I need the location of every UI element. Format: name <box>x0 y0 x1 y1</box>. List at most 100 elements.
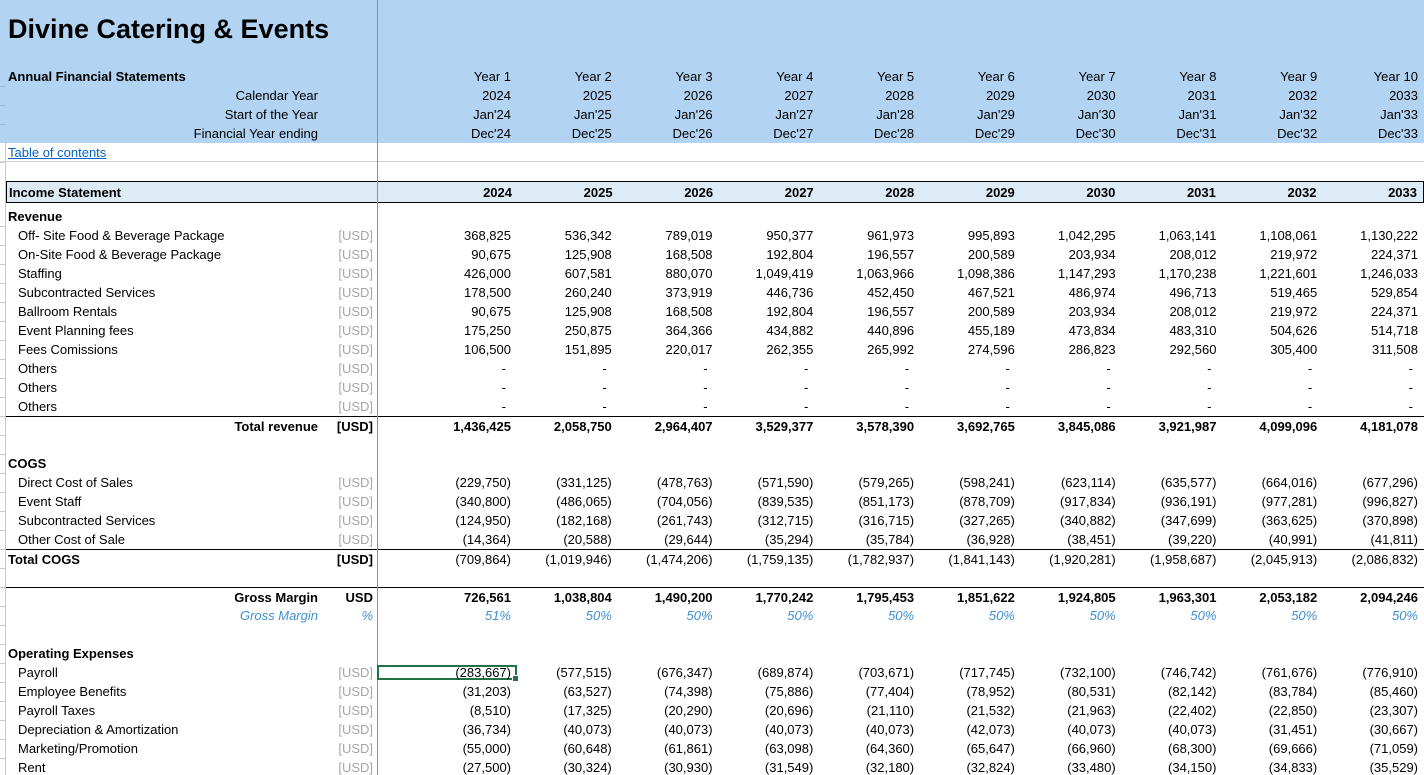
value-event-staff-y4[interactable]: (839,535) <box>719 494 820 509</box>
value-marketing-promotion-y7[interactable]: (66,960) <box>1021 741 1122 756</box>
value-depreciation-amortization-y4[interactable]: (40,073) <box>719 722 820 737</box>
value-total-revenue-y3[interactable]: 2,964,407 <box>618 419 719 434</box>
value-depreciation-amortization-y5[interactable]: (40,073) <box>819 722 920 737</box>
value-employee-benefits-y2[interactable]: (63,527) <box>517 684 618 699</box>
value-fees-comissions-y3[interactable]: 220,017 <box>618 342 719 357</box>
value-total-cogs-y10[interactable]: (2,086,832) <box>1323 552 1424 567</box>
value-subcontracted-services-y7[interactable]: 486,974 <box>1021 285 1122 300</box>
value-rent-y1[interactable]: (27,500) <box>377 760 517 775</box>
value-payroll-y9[interactable]: (761,676) <box>1222 665 1323 680</box>
label-others[interactable]: Others <box>0 380 330 395</box>
label-off-site-food-beverage-package[interactable]: Off- Site Food & Beverage Package <box>0 228 330 243</box>
value-others-y7[interactable]: - <box>1021 361 1122 376</box>
value-fees-comissions-y5[interactable]: 265,992 <box>819 342 920 357</box>
value-gross-margin-y6[interactable]: 50% <box>920 608 1021 623</box>
label-subcontracted-services[interactable]: Subcontracted Services <box>0 513 330 528</box>
value-on-site-food-beverage-package-y10[interactable]: 224,371 <box>1323 247 1424 262</box>
value-others-y5[interactable]: - <box>819 399 920 414</box>
label-employee-benefits[interactable]: Employee Benefits <box>0 684 330 699</box>
income-statement-year-cell[interactable]: 2029 <box>920 185 1021 200</box>
value-others-y8[interactable]: - <box>1122 380 1223 395</box>
value-subcontracted-services-y5[interactable]: 452,450 <box>819 285 920 300</box>
value-others-y10[interactable]: - <box>1323 399 1424 414</box>
value-event-planning-fees-y2[interactable]: 250,875 <box>517 323 618 338</box>
value-event-planning-fees-y9[interactable]: 504,626 <box>1222 323 1323 338</box>
value-direct-cost-of-sales-y6[interactable]: (598,241) <box>920 475 1021 490</box>
value-staffing-y1[interactable]: 426,000 <box>377 266 517 281</box>
value-direct-cost-of-sales-y3[interactable]: (478,763) <box>618 475 719 490</box>
value-event-planning-fees-y8[interactable]: 483,310 <box>1122 323 1223 338</box>
value-gross-margin-y1[interactable]: 51% <box>377 608 517 623</box>
year-start-cell[interactable]: Jan'26 <box>618 107 719 122</box>
value-depreciation-amortization-y8[interactable]: (40,073) <box>1122 722 1223 737</box>
value-rent-y6[interactable]: (32,824) <box>920 760 1021 775</box>
calendar-year-cell[interactable]: 2029 <box>920 88 1021 103</box>
value-total-cogs-y5[interactable]: (1,782,937) <box>819 552 920 567</box>
value-ballroom-rentals-y4[interactable]: 192,804 <box>719 304 820 319</box>
value-employee-benefits-y9[interactable]: (83,784) <box>1222 684 1323 699</box>
value-subcontracted-services-y9[interactable]: 519,465 <box>1222 285 1323 300</box>
income-statement-year-cell[interactable]: 2033 <box>1322 185 1423 200</box>
value-gross-margin-y3[interactable]: 1,490,200 <box>618 590 719 605</box>
value-rent-y5[interactable]: (32,180) <box>819 760 920 775</box>
value-off-site-food-beverage-package-y4[interactable]: 950,377 <box>719 228 820 243</box>
value-others-y5[interactable]: - <box>819 380 920 395</box>
year-number-cell[interactable]: Year 1 <box>377 69 517 84</box>
value-rent-y3[interactable]: (30,930) <box>618 760 719 775</box>
value-ballroom-rentals-y9[interactable]: 219,972 <box>1222 304 1323 319</box>
value-staffing-y6[interactable]: 1,098,386 <box>920 266 1021 281</box>
value-fees-comissions-y1[interactable]: 106,500 <box>377 342 517 357</box>
value-subcontracted-services-y7[interactable]: (340,882) <box>1021 513 1122 528</box>
value-ballroom-rentals-y5[interactable]: 196,557 <box>819 304 920 319</box>
value-direct-cost-of-sales-y7[interactable]: (623,114) <box>1021 475 1122 490</box>
income-statement-year-cell[interactable]: 2032 <box>1222 185 1323 200</box>
value-payroll-taxes-y9[interactable]: (22,850) <box>1222 703 1323 718</box>
value-gross-margin-y4[interactable]: 1,770,242 <box>719 590 820 605</box>
value-others-y5[interactable]: - <box>819 361 920 376</box>
value-off-site-food-beverage-package-y5[interactable]: 961,973 <box>819 228 920 243</box>
value-depreciation-amortization-y7[interactable]: (40,073) <box>1021 722 1122 737</box>
label-cogs[interactable]: COGS <box>0 456 330 471</box>
value-payroll-y10[interactable]: (776,910) <box>1323 665 1424 680</box>
value-others-y4[interactable]: - <box>719 361 820 376</box>
value-staffing-y3[interactable]: 880,070 <box>618 266 719 281</box>
value-payroll-y4[interactable]: (689,874) <box>719 665 820 680</box>
value-gross-margin-y1[interactable]: 726,561 <box>377 590 517 605</box>
value-event-staff-y2[interactable]: (486,065) <box>517 494 618 509</box>
value-others-y7[interactable]: - <box>1021 380 1122 395</box>
value-total-revenue-y9[interactable]: 4,099,096 <box>1222 419 1323 434</box>
value-other-cost-of-sale-y4[interactable]: (35,294) <box>719 532 820 547</box>
value-rent-y9[interactable]: (34,833) <box>1222 760 1323 775</box>
year-ending-cell[interactable]: Dec'27 <box>719 126 820 141</box>
value-event-planning-fees-y1[interactable]: 175,250 <box>377 323 517 338</box>
label-ballroom-rentals[interactable]: Ballroom Rentals <box>0 304 330 319</box>
value-fees-comissions-y4[interactable]: 262,355 <box>719 342 820 357</box>
label-revenue[interactable]: Revenue <box>0 209 330 224</box>
value-depreciation-amortization-y1[interactable]: (36,734) <box>377 722 517 737</box>
value-fees-comissions-y7[interactable]: 286,823 <box>1021 342 1122 357</box>
label-payroll[interactable]: Payroll <box>0 665 330 680</box>
value-staffing-y10[interactable]: 1,246,033 <box>1323 266 1424 281</box>
value-gross-margin-y6[interactable]: 1,851,622 <box>920 590 1021 605</box>
year-ending-cell[interactable]: Dec'30 <box>1021 126 1122 141</box>
value-payroll-y8[interactable]: (746,742) <box>1122 665 1223 680</box>
value-others-y4[interactable]: - <box>719 380 820 395</box>
value-off-site-food-beverage-package-y9[interactable]: 1,108,061 <box>1222 228 1323 243</box>
value-rent-y4[interactable]: (31,549) <box>719 760 820 775</box>
label-payroll-taxes[interactable]: Payroll Taxes <box>0 703 330 718</box>
value-employee-benefits-y4[interactable]: (75,886) <box>719 684 820 699</box>
value-others-y3[interactable]: - <box>618 380 719 395</box>
value-event-staff-y8[interactable]: (936,191) <box>1122 494 1223 509</box>
calendar-year-cell[interactable]: 2027 <box>719 88 820 103</box>
value-subcontracted-services-y2[interactable]: 260,240 <box>517 285 618 300</box>
value-marketing-promotion-y1[interactable]: (55,000) <box>377 741 517 756</box>
year-ending-cell[interactable]: Dec'29 <box>920 126 1021 141</box>
value-rent-y2[interactable]: (30,324) <box>517 760 618 775</box>
year-ending-cell[interactable]: Dec'32 <box>1222 126 1323 141</box>
year-ending-cell[interactable]: Dec'26 <box>618 126 719 141</box>
label-on-site-food-beverage-package[interactable]: On-Site Food & Beverage Package <box>0 247 330 262</box>
value-direct-cost-of-sales-y4[interactable]: (571,590) <box>719 475 820 490</box>
label-direct-cost-of-sales[interactable]: Direct Cost of Sales <box>0 475 330 490</box>
value-fees-comissions-y10[interactable]: 311,508 <box>1323 342 1424 357</box>
value-ballroom-rentals-y7[interactable]: 203,934 <box>1021 304 1122 319</box>
